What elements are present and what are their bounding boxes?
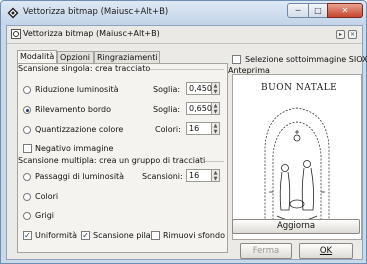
radio-brightness-steps[interactable] <box>23 173 31 181</box>
title-bar[interactable]: Vettorizza bitmap (Maiusc+Alt+B) ─ □ ✕ <box>1 1 366 25</box>
remove-background-label: Rimuovi sfondo <box>163 231 225 240</box>
minimize-icon: ─ <box>295 6 301 15</box>
radio-edge-detection[interactable] <box>23 106 31 114</box>
smooth-label: Uniformità <box>35 231 78 240</box>
dock-iconify-button[interactable]: ▸ <box>336 30 345 39</box>
window-title: Vettorizza bitmap (Maiusc+Alt+B) <box>23 7 169 17</box>
edge-threshold-stepper[interactable]: ▲ ▼ <box>212 102 220 115</box>
dock-title: Vettorizza bitmap (Maiusc+Alt+B) <box>23 29 160 38</box>
preview-area: BUON NATALE <box>232 74 362 240</box>
dock-close-button[interactable]: × <box>348 30 357 39</box>
preview-image: BUON NATALE <box>255 78 339 228</box>
quantization-colors-input[interactable]: 16 <box>186 122 212 135</box>
scans-label: Scansioni: <box>142 172 183 181</box>
scans-stepper[interactable]: ▲ ▼ <box>212 169 220 182</box>
ok-button[interactable]: OK <box>299 243 353 259</box>
radio-grays[interactable] <box>23 212 31 220</box>
close-icon: × <box>349 31 356 38</box>
remove-background-checkbox[interactable] <box>151 231 160 240</box>
invert-image-label: Negativo immagine <box>35 144 114 153</box>
brightness-steps-label: Passaggi di luminosità <box>35 172 125 181</box>
close-button[interactable]: ✕ <box>327 3 363 18</box>
stack-scans-label: Scansione pila <box>93 231 151 240</box>
brightness-threshold-input[interactable]: 0,450 <box>186 82 212 95</box>
nativity-drawing <box>264 107 330 222</box>
dialog-body: Vettorizza bitmap (Maiusc+Alt+B) ▸ × Mod… <box>6 25 367 260</box>
stack-scans-checkbox[interactable]: ✓ <box>81 231 90 240</box>
edge-threshold-label: Soglia: <box>153 105 181 114</box>
trace-bitmap-icon <box>11 29 21 39</box>
edge-detection-label: Rilevamento bordo <box>35 105 112 114</box>
tab-opzioni[interactable]: Opzioni <box>57 51 94 63</box>
tab-ringraziamenti[interactable]: Ringraziamenti <box>94 51 160 63</box>
close-icon: ✕ <box>341 6 349 15</box>
radio-color-quantization[interactable] <box>23 126 31 134</box>
dock-header: Vettorizza bitmap (Maiusc+Alt+B) ▸ × <box>7 26 362 44</box>
inkscape-icon <box>7 7 19 19</box>
brightness-threshold-label: Soglia: <box>153 85 181 94</box>
multi-scan-title: Scansione multipla: crea un gruppo di tr… <box>18 156 206 165</box>
grays-label: Grigi <box>35 211 55 220</box>
color-quantization-label: Quantizzazione colore <box>35 125 124 134</box>
radio-colors[interactable] <box>23 193 31 201</box>
stop-label: Ferma <box>252 246 280 256</box>
brightness-threshold-stepper[interactable]: ▲ ▼ <box>212 82 220 95</box>
quantization-colors-label: Colori: <box>155 125 181 134</box>
maximize-button[interactable]: □ <box>308 3 328 18</box>
update-preview-button[interactable]: Aggiorna <box>232 219 360 234</box>
invert-image-checkbox[interactable] <box>23 144 32 153</box>
quantization-colors-stepper[interactable]: ▲ ▼ <box>212 122 220 135</box>
maximize-icon: □ <box>314 6 322 15</box>
siox-checkbox[interactable] <box>232 55 241 64</box>
ok-label: OK <box>319 246 333 256</box>
minimize-button[interactable]: ─ <box>287 3 309 18</box>
iconify-icon: ▸ <box>338 31 342 38</box>
stop-button[interactable]: Ferma <box>240 243 292 259</box>
edge-threshold-input[interactable]: 0,650 <box>186 102 212 115</box>
radio-brightness-cutoff[interactable] <box>23 86 31 94</box>
single-scan-title: Scansione singola: crea tracciato <box>18 64 151 73</box>
smooth-checkbox[interactable]: ✓ <box>23 231 32 240</box>
colors-label: Colori <box>35 192 59 201</box>
tab-modalita[interactable]: Modalità <box>17 50 57 64</box>
brightness-cutoff-label: Riduzione luminosità <box>35 85 119 94</box>
scans-input[interactable]: 16 <box>186 169 212 182</box>
dialog-window: Vettorizza bitmap (Maiusc+Alt+B) ─ □ ✕ V… <box>0 0 367 264</box>
siox-label: Selezione sottoimmagine SIOX <box>245 55 367 64</box>
